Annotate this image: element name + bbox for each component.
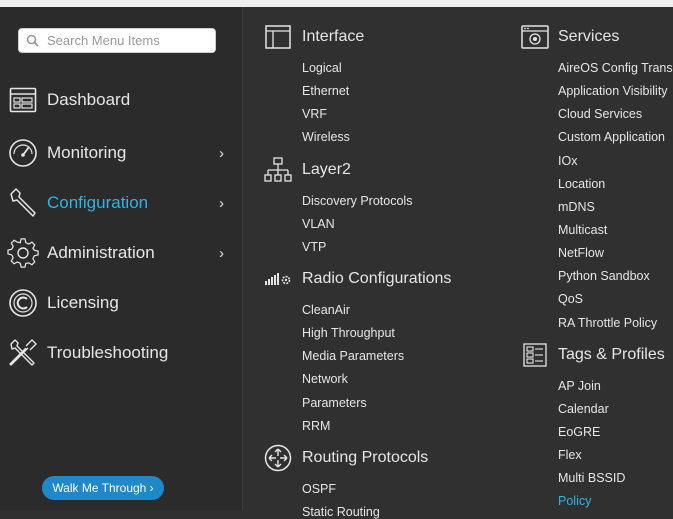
section-layer2: Layer2 bbox=[263, 156, 351, 184]
sidebar-item-label: Licensing bbox=[47, 293, 119, 312]
menu-link-netflow[interactable]: NetFlow bbox=[558, 246, 604, 260]
menu-link-rrm[interactable]: RRM bbox=[302, 419, 330, 433]
menu-link-aireos-config-translator[interactable]: AireOS Config Translator bbox=[558, 61, 673, 75]
menu-link-wireless[interactable]: Wireless bbox=[302, 130, 350, 144]
sidebar-item-administration[interactable]: Administration › bbox=[0, 233, 242, 273]
menu-link-ethernet[interactable]: Ethernet bbox=[302, 84, 349, 98]
sidebar-item-label: Dashboard bbox=[47, 90, 131, 109]
menu-link-vrf[interactable]: VRF bbox=[302, 107, 327, 121]
menu-link-discovery-protocols[interactable]: Discovery Protocols bbox=[302, 194, 412, 208]
gauge-icon bbox=[6, 136, 40, 170]
search-input[interactable] bbox=[45, 32, 209, 49]
walk-me-through-button[interactable]: Walk Me Through › bbox=[42, 476, 164, 500]
top-strip bbox=[0, 0, 673, 7]
divider bbox=[242, 7, 243, 510]
section-title: Routing Protocols bbox=[302, 449, 429, 466]
chevron-right-icon: › bbox=[219, 194, 224, 212]
interface-icon bbox=[263, 23, 293, 51]
menu-link-ra-throttle-policy[interactable]: RA Throttle Policy bbox=[558, 316, 657, 330]
menu-link-calendar[interactable]: Calendar bbox=[558, 402, 609, 416]
section-title: Radio Configurations bbox=[302, 270, 452, 287]
section-tags-profiles: Tags & Profiles bbox=[520, 341, 665, 369]
gear-icon bbox=[6, 236, 40, 270]
layer2-icon bbox=[263, 156, 293, 184]
section-services: Services bbox=[520, 23, 619, 51]
menu-link-cloud-services[interactable]: Cloud Services bbox=[558, 107, 642, 121]
sidebar-item-label: Configuration bbox=[47, 193, 149, 212]
menu-link-iox[interactable]: IOx bbox=[558, 154, 577, 168]
section-routing-protocols: Routing Protocols bbox=[263, 444, 428, 472]
menu-link-eogre[interactable]: EoGRE bbox=[558, 425, 600, 439]
tags-profiles-icon bbox=[520, 341, 550, 369]
sidebar-item-label: Troubleshooting bbox=[47, 343, 169, 362]
wrench-icon bbox=[6, 186, 40, 220]
services-icon bbox=[520, 23, 550, 51]
menu-link-static-routing[interactable]: Static Routing bbox=[302, 505, 380, 519]
tools-icon bbox=[6, 336, 40, 370]
routing-icon bbox=[263, 444, 293, 472]
menu-link-cleanair[interactable]: CleanAir bbox=[302, 303, 350, 317]
menu-link-ap-join[interactable]: AP Join bbox=[558, 379, 601, 393]
menu-link-application-visibility[interactable]: Application Visibility bbox=[558, 84, 668, 98]
section-title: Interface bbox=[302, 28, 365, 45]
licensing-icon bbox=[6, 286, 40, 320]
menu-link-high-throughput[interactable]: High Throughput bbox=[302, 326, 395, 340]
sidebar-item-label: Administration bbox=[47, 243, 155, 262]
menu-link-parameters[interactable]: Parameters bbox=[302, 396, 367, 410]
section-title: Tags & Profiles bbox=[558, 346, 665, 363]
menu-link-qos[interactable]: QoS bbox=[558, 292, 583, 306]
section-radio-configurations: Radio Configurations bbox=[263, 265, 451, 293]
menu-link-custom-application[interactable]: Custom Application bbox=[558, 130, 665, 144]
search-icon bbox=[26, 34, 39, 47]
menu-link-python-sandbox[interactable]: Python Sandbox bbox=[558, 269, 650, 283]
menu-link-policy[interactable]: Policy bbox=[558, 494, 591, 508]
sidebar-item-configuration[interactable]: Configuration › bbox=[0, 183, 242, 223]
menu-link-network[interactable]: Network bbox=[302, 372, 348, 386]
chevron-right-icon: › bbox=[219, 144, 224, 162]
search-box[interactable] bbox=[18, 28, 216, 53]
menu-link-location[interactable]: Location bbox=[558, 177, 605, 191]
menu-link-multicast[interactable]: Multicast bbox=[558, 223, 607, 237]
sidebar-item-licensing[interactable]: Licensing bbox=[0, 283, 242, 323]
sidebar-item-troubleshooting[interactable]: Troubleshooting bbox=[0, 333, 242, 373]
section-title: Layer2 bbox=[302, 161, 351, 178]
menu-link-flex[interactable]: Flex bbox=[558, 448, 582, 462]
chevron-right-icon: › bbox=[219, 244, 224, 262]
menu-link-media-parameters[interactable]: Media Parameters bbox=[302, 349, 404, 363]
menu-link-mdns[interactable]: mDNS bbox=[558, 200, 595, 214]
sidebar-item-label: Monitoring bbox=[47, 143, 127, 162]
section-title: Services bbox=[558, 28, 620, 45]
menu-link-vtp[interactable]: VTP bbox=[302, 240, 326, 254]
menu-link-logical[interactable]: Logical bbox=[302, 61, 342, 75]
sidebar-item-dashboard[interactable]: Dashboard bbox=[0, 80, 242, 120]
menu-link-multi-bssid[interactable]: Multi BSSID bbox=[558, 471, 625, 485]
section-interface: Interface bbox=[263, 23, 364, 51]
radio-config-icon bbox=[263, 265, 293, 293]
menu-link-ospf[interactable]: OSPF bbox=[302, 482, 336, 496]
dashboard-icon bbox=[6, 83, 40, 117]
menu-link-vlan[interactable]: VLAN bbox=[302, 217, 335, 231]
sidebar-item-monitoring[interactable]: Monitoring › bbox=[0, 133, 242, 173]
